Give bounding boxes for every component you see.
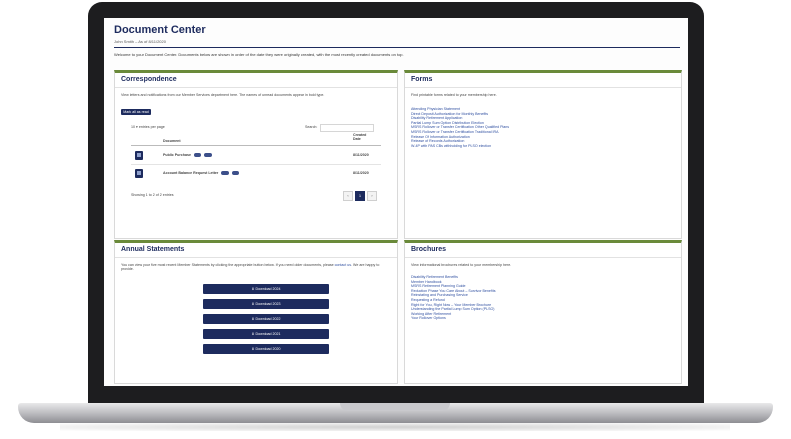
correspondence-panel: Correspondence View letters and notifica…	[114, 70, 398, 239]
entries-select[interactable]: 10 ▾ entries per page	[131, 125, 165, 129]
panel-rule	[115, 87, 397, 88]
pagination-prev-button[interactable]: ‹	[343, 191, 353, 201]
forms-panel: Forms Find printable forms related to yo…	[404, 70, 682, 239]
download-2023-button[interactable]: ⬇ Download 2023	[203, 299, 329, 309]
download-2021-button[interactable]: ⬇ Download 2021	[203, 329, 329, 339]
download-2022-button[interactable]: ⬇ Download 2022	[203, 314, 329, 324]
intro-text: You can view your five most recent Membe…	[121, 263, 334, 267]
brochures-title: Brochures	[411, 246, 447, 253]
page-title: Document Center	[114, 24, 206, 36]
page-subtitle: John Smith – As of 8/11/2020	[114, 39, 166, 44]
brochures-intro: View informational brochures related to …	[411, 263, 512, 267]
table-header-rule	[131, 145, 381, 146]
entries-label: entries per page	[138, 125, 165, 129]
document-icon	[135, 151, 143, 160]
annual-statements-panel: Annual Statements You can view your five…	[114, 240, 398, 384]
entries-value: 10	[131, 125, 135, 129]
download-label: Download 2022	[255, 317, 281, 321]
annual-statements-title: Annual Statements	[121, 246, 185, 253]
pagination-next-button[interactable]: ›	[367, 191, 377, 201]
row-divider	[131, 164, 381, 165]
row-document-name[interactable]: Account Balance Request Letter	[163, 171, 240, 176]
download-2024-button[interactable]: ⬇ Download 2024	[203, 284, 329, 294]
document-link[interactable]: Account Balance Request Letter	[163, 171, 218, 175]
status-badge	[221, 171, 229, 176]
search-label: Search:	[305, 125, 318, 129]
welcome-text: Welcome to your Document Center. Documen…	[114, 52, 404, 57]
status-badge	[204, 153, 212, 158]
panel-rule	[115, 257, 397, 258]
laptop-shadow	[60, 423, 730, 431]
chevron-down-icon: ▾	[136, 125, 138, 129]
panel-rule	[405, 87, 681, 88]
download-label: Download 2021	[255, 332, 281, 336]
laptop-notch	[340, 403, 450, 411]
pagination-page-1[interactable]: 1	[355, 191, 365, 201]
contact-us-link[interactable]: contact us	[335, 263, 351, 267]
forms-link-list: Attending Physician Statement Direct Dep…	[411, 107, 509, 148]
brochures-link-list: Disability Retirement Benefits Member Ha…	[411, 275, 496, 321]
brochure-link[interactable]: Your Rollover Options	[411, 316, 496, 321]
forms-title: Forms	[411, 76, 433, 83]
column-header-created-date[interactable]: Created Date	[353, 133, 373, 141]
mark-all-read-button[interactable]: Mark all as read	[121, 109, 151, 115]
download-2020-button[interactable]: ⬇ Download 2020	[203, 344, 329, 354]
showing-entries-text: Showing 1 to 2 of 2 entries	[131, 193, 174, 197]
row-document-name[interactable]: Public Purchase	[163, 153, 212, 158]
browser-screen: Document Center John Smith – As of 8/11/…	[104, 18, 688, 386]
search-input[interactable]	[320, 124, 374, 132]
row-created-date: 8/11/2020	[353, 171, 369, 175]
panel-rule	[405, 257, 681, 258]
document-icon	[135, 169, 143, 178]
row-created-date: 8/11/2020	[353, 153, 369, 157]
correspondence-intro: View letters and notifications from our …	[121, 93, 325, 97]
document-link[interactable]: Public Purchase	[163, 153, 191, 157]
column-header-document[interactable]: Document	[163, 139, 181, 143]
header-divider	[114, 47, 680, 48]
form-link[interactable]: MSRS Rollover or Transfer Certification …	[411, 130, 509, 135]
download-label: Download 2020	[255, 347, 281, 351]
download-label: Download 2024	[255, 287, 281, 291]
download-label: Download 2023	[255, 302, 281, 306]
form-link[interactable]: W-4P with PAS CBs withholding for PLSO e…	[411, 144, 509, 149]
status-badge	[231, 171, 240, 176]
brochures-panel: Brochures View informational brochures r…	[404, 240, 682, 384]
correspondence-title: Correspondence	[121, 76, 177, 83]
annual-statements-intro: You can view your five most recent Membe…	[121, 263, 387, 271]
forms-intro: Find printable forms related to your mem…	[411, 93, 497, 97]
status-badge	[193, 153, 202, 158]
